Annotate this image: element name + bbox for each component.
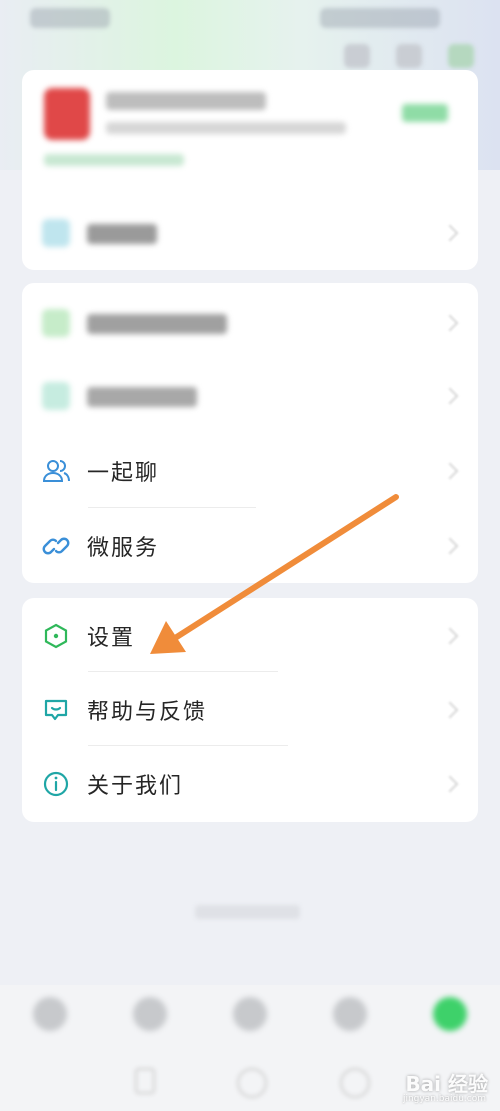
tab-icon [433, 997, 467, 1031]
chevron-right-icon [441, 387, 459, 405]
menu-item-label: 关于我们 [87, 774, 184, 799]
menu-item-about[interactable]: 关于我们 [22, 749, 478, 819]
menu-item-label: 微服务 [87, 536, 160, 561]
blurred-item-icon [42, 219, 70, 247]
tab-1[interactable]: ​ [5, 997, 95, 1067]
info-icon [42, 770, 70, 798]
settings-hexagon-icon [42, 622, 70, 650]
tab-icon [333, 997, 367, 1031]
tab-icon [33, 997, 67, 1031]
link-icon [42, 532, 70, 560]
promo-extra-line [44, 154, 184, 166]
chevron-right-icon [441, 775, 459, 793]
settings-card: 设置 帮助与反馈 关于我们 [22, 598, 478, 822]
people-icon [42, 457, 70, 485]
tab-4[interactable]: ​ [305, 997, 395, 1067]
chevron-right-icon [441, 462, 459, 480]
feedback-icon [42, 696, 70, 724]
menu-item-blurred-1[interactable] [22, 198, 478, 268]
chevron-right-icon [441, 627, 459, 645]
chevron-right-icon [441, 224, 459, 242]
tab-icon [233, 997, 267, 1031]
tab-icon [133, 997, 167, 1031]
menu-item-yiqiliao[interactable]: 一起聊 [22, 436, 478, 506]
blurred-item-icon [42, 382, 70, 410]
chevron-right-icon [441, 314, 459, 332]
menu-item-blurred-3[interactable] [22, 361, 478, 431]
blurred-item-label [87, 387, 197, 407]
menu-item-settings[interactable]: 设置 [22, 601, 478, 671]
menu-item-blurred-2[interactable] [22, 288, 478, 358]
tab-3[interactable]: ​ [205, 997, 295, 1067]
status-bar-left [30, 8, 110, 28]
menu-item-label: 一起聊 [87, 461, 160, 486]
watermark-url: jingyan.baidu.com [402, 1094, 486, 1104]
scan-icon[interactable] [344, 44, 370, 68]
services-card: 一起聊 微服务 [22, 283, 478, 583]
menu-item-help[interactable]: 帮助与反馈 [22, 675, 478, 745]
chevron-right-icon [441, 701, 459, 719]
nav-home-button[interactable] [237, 1068, 267, 1098]
nav-back-button[interactable] [135, 1068, 155, 1094]
blurred-item-label [87, 224, 157, 244]
skin-icon[interactable] [448, 44, 474, 68]
promo-subtitle [106, 122, 346, 134]
menu-item-label: 帮助与反馈 [87, 700, 208, 725]
status-bar-right [320, 8, 440, 28]
divider [88, 745, 288, 746]
tab-5-active[interactable]: ​ [405, 997, 495, 1067]
tab-2[interactable]: ​ [105, 997, 195, 1067]
promo-title [106, 92, 266, 110]
menu-item-label: 设置 [87, 626, 136, 651]
footer-version-text [195, 905, 300, 919]
red-packet-icon [44, 88, 90, 140]
menu-item-weifuwu[interactable]: 微服务 [22, 511, 478, 581]
chevron-right-icon [441, 537, 459, 555]
blurred-item-label [87, 314, 227, 334]
promo-button[interactable] [402, 104, 448, 122]
watermark-logo: Bai 经验 [405, 1072, 488, 1096]
divider [88, 671, 278, 672]
blurred-item-icon [42, 309, 70, 337]
divider [88, 507, 256, 508]
message-icon[interactable] [396, 44, 422, 68]
profile-card [22, 70, 478, 270]
nav-recent-button[interactable] [340, 1068, 370, 1098]
